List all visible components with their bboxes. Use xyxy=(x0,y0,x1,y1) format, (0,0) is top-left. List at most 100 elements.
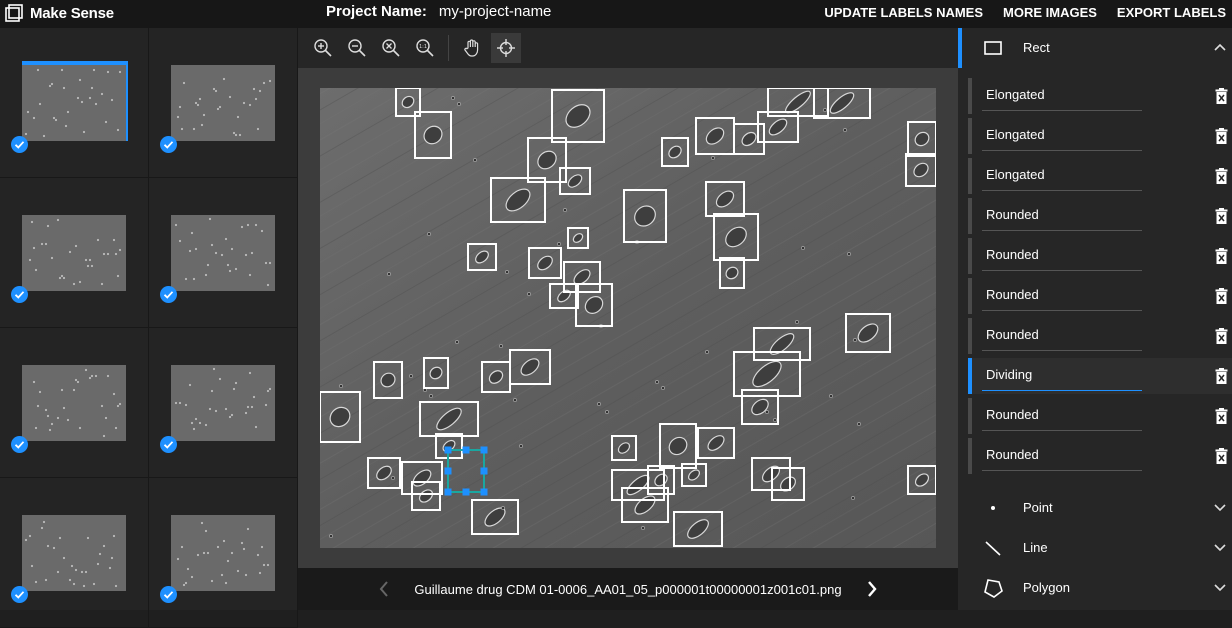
label-name[interactable]: Rounded xyxy=(986,327,1039,342)
resize-handle[interactable] xyxy=(480,488,488,496)
label-name[interactable]: Dividing xyxy=(986,367,1032,382)
editor-toolbar: 1:1 xyxy=(298,28,958,68)
label-name[interactable]: Elongated xyxy=(986,127,1045,142)
point-section-label: Point xyxy=(1023,500,1053,515)
trash-icon[interactable] xyxy=(1215,88,1228,104)
crosshair-button[interactable] xyxy=(491,33,521,63)
image-thumbnail[interactable] xyxy=(0,328,149,478)
project-name-input[interactable]: my-project-name xyxy=(439,3,552,20)
next-image-arrow-icon[interactable] xyxy=(864,580,880,598)
export-labels-button[interactable]: EXPORT LABELS xyxy=(1117,5,1226,20)
cell-speck xyxy=(829,394,833,398)
resize-handle[interactable] xyxy=(480,467,488,475)
label-name[interactable]: Rounded xyxy=(986,287,1039,302)
label-name[interactable]: Rounded xyxy=(986,207,1039,222)
thumbnail-image xyxy=(22,515,126,591)
cell-speck xyxy=(641,526,645,530)
label-name[interactable]: Elongated xyxy=(986,167,1045,182)
trash-icon[interactable] xyxy=(1215,328,1228,344)
label-row[interactable]: Elongated xyxy=(968,78,1232,114)
cell-speck xyxy=(455,340,459,344)
label-row[interactable]: Rounded xyxy=(968,438,1232,474)
resize-handle[interactable] xyxy=(462,488,470,496)
line-icon xyxy=(985,541,1001,556)
point-section-header[interactable]: Point xyxy=(958,488,1232,528)
cell-speck xyxy=(711,156,715,160)
label-underline xyxy=(982,190,1142,191)
trash-icon[interactable] xyxy=(1215,248,1228,264)
previous-image-arrow-icon[interactable] xyxy=(376,580,392,598)
image-footer: Guillaume drug CDM 01-0006_AA01_05_p0000… xyxy=(298,568,958,610)
cell-speck xyxy=(409,374,413,378)
checkmark-icon xyxy=(160,136,177,153)
resize-handle[interactable] xyxy=(462,446,470,454)
image-thumbnail[interactable] xyxy=(149,178,298,328)
label-row-indicator xyxy=(968,198,972,234)
cell-speck xyxy=(795,320,799,324)
more-images-button[interactable]: MORE IMAGES xyxy=(1003,5,1097,20)
label-row-indicator xyxy=(968,398,972,434)
label-row[interactable]: Rounded xyxy=(968,198,1232,234)
zoom-in-button[interactable] xyxy=(308,33,338,63)
label-row[interactable]: Rounded xyxy=(968,238,1232,274)
image-thumbnail[interactable] xyxy=(0,28,149,178)
label-row-indicator xyxy=(968,78,972,114)
project-name-label: Project Name: xyxy=(326,3,427,20)
trash-icon[interactable] xyxy=(1215,168,1228,184)
label-row[interactable]: Rounded xyxy=(968,398,1232,434)
rect-section-header[interactable]: Rect xyxy=(958,28,1232,68)
cell-speck xyxy=(451,96,455,100)
cell-speck xyxy=(765,410,769,414)
label-name[interactable]: Rounded xyxy=(986,407,1039,422)
label-row[interactable]: Elongated xyxy=(968,158,1232,194)
resize-handle[interactable] xyxy=(444,467,452,475)
rect-icon xyxy=(984,41,1002,55)
pan-button[interactable] xyxy=(457,33,487,63)
chevron-down-icon[interactable] xyxy=(1214,502,1226,512)
chevron-down-icon[interactable] xyxy=(1214,542,1226,552)
trash-icon[interactable] xyxy=(1215,208,1228,224)
trash-icon[interactable] xyxy=(1215,408,1228,424)
trash-icon[interactable] xyxy=(1215,448,1228,464)
microscopy-image[interactable] xyxy=(320,88,936,548)
image-thumbnail[interactable] xyxy=(0,478,149,628)
zoom-reset-button[interactable]: 1:1 xyxy=(410,33,440,63)
resize-handle[interactable] xyxy=(444,446,452,454)
label-row[interactable]: Dividing xyxy=(968,358,1232,394)
point-icon xyxy=(991,506,995,510)
label-underline xyxy=(982,270,1142,271)
polygon-section-header[interactable]: Polygon xyxy=(958,568,1232,608)
label-name[interactable]: Rounded xyxy=(986,447,1039,462)
project-name-area: Project Name: my-project-name xyxy=(326,3,551,20)
app-name: Make Sense xyxy=(30,4,114,22)
image-canvas[interactable] xyxy=(298,68,958,568)
image-thumbnail-list xyxy=(0,28,298,628)
checkmark-icon xyxy=(160,286,177,303)
label-name[interactable]: Rounded xyxy=(986,247,1039,262)
checkmark-icon xyxy=(160,586,177,603)
chevron-up-icon[interactable] xyxy=(1214,42,1226,52)
label-row-indicator xyxy=(968,278,972,314)
label-row-indicator xyxy=(968,438,972,474)
image-thumbnail[interactable] xyxy=(0,178,149,328)
line-section-header[interactable]: Line xyxy=(958,528,1232,568)
label-name[interactable]: Elongated xyxy=(986,87,1045,102)
zoom-fit-button[interactable] xyxy=(376,33,406,63)
zoom-out-button[interactable] xyxy=(342,33,372,63)
trash-icon[interactable] xyxy=(1215,128,1228,144)
image-thumbnail[interactable] xyxy=(149,28,298,178)
label-row[interactable]: Rounded xyxy=(968,318,1232,354)
chevron-down-icon[interactable] xyxy=(1214,582,1226,592)
update-labels-names-button[interactable]: UPDATE LABELS NAMES xyxy=(824,5,983,20)
image-thumbnail[interactable] xyxy=(149,328,298,478)
trash-icon[interactable] xyxy=(1215,288,1228,304)
label-row[interactable]: Elongated xyxy=(968,118,1232,154)
label-underline xyxy=(982,430,1142,431)
image-thumbnail[interactable] xyxy=(149,478,298,628)
trash-icon[interactable] xyxy=(1215,368,1228,384)
thumbnail-image xyxy=(22,365,126,441)
resize-handle[interactable] xyxy=(480,446,488,454)
label-row[interactable]: Rounded xyxy=(968,278,1232,314)
cell-speck xyxy=(473,158,477,162)
resize-handle[interactable] xyxy=(444,488,452,496)
